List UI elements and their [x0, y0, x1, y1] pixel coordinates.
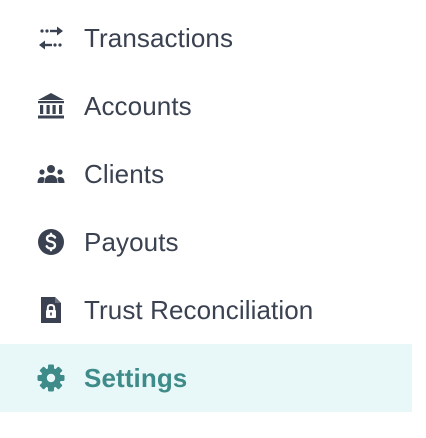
sidebar-item-label: Clients — [84, 159, 165, 189]
sidebar-item-label: Payouts — [84, 227, 179, 257]
document-lock-icon — [36, 295, 66, 325]
dollar-circle-icon — [36, 227, 66, 257]
sidebar-item-label: Accounts — [84, 91, 192, 121]
sidebar-item-label: Trust Reconciliation — [84, 295, 314, 325]
sidebar-item-payouts[interactable]: Payouts — [0, 208, 412, 276]
sidebar-item-trust-reconciliation[interactable]: Trust Reconciliation — [0, 276, 412, 344]
sidebar-item-label: Settings — [84, 363, 188, 393]
sidebar-item-transactions[interactable]: Transactions — [0, 4, 412, 72]
sidebar-item-accounts[interactable]: Accounts — [0, 72, 412, 140]
sidebar-nav: Transactions Accounts Clients Payouts Tr… — [0, 0, 426, 438]
gear-icon — [36, 363, 66, 393]
sidebar-item-clients[interactable]: Clients — [0, 140, 412, 208]
bank-building-icon — [36, 91, 66, 121]
sidebar-item-label: Transactions — [84, 23, 234, 53]
sidebar-item-settings[interactable]: Settings — [0, 344, 412, 412]
transfer-arrows-icon — [36, 23, 66, 53]
users-group-icon — [36, 159, 66, 189]
